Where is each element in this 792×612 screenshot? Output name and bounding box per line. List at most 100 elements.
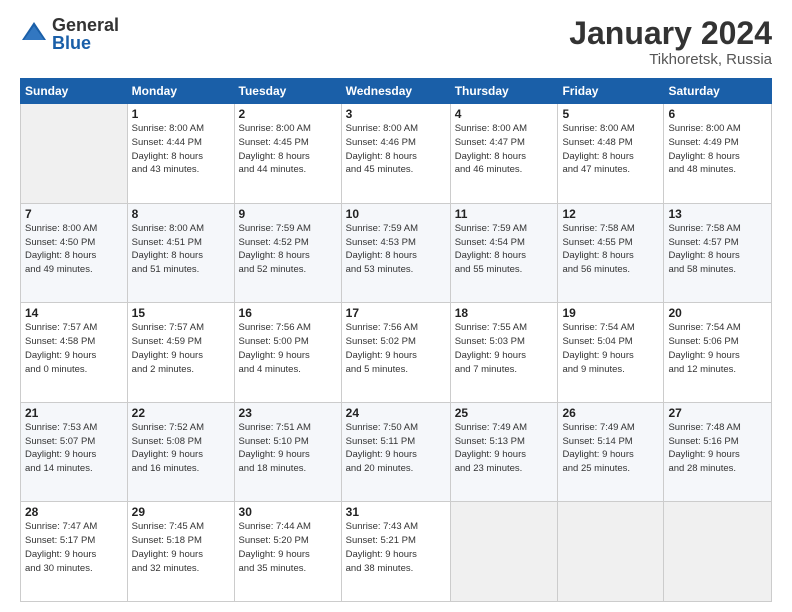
col-thursday: Thursday xyxy=(450,79,558,104)
col-friday: Friday xyxy=(558,79,664,104)
calendar-cell: 15Sunrise: 7:57 AMSunset: 4:59 PMDayligh… xyxy=(127,303,234,403)
title-block: January 2024 Tikhoretsk, Russia xyxy=(569,16,772,68)
day-number: 5 xyxy=(562,107,659,121)
day-number: 4 xyxy=(455,107,554,121)
header: General Blue January 2024 Tikhoretsk, Ru… xyxy=(20,16,772,68)
calendar-cell: 17Sunrise: 7:56 AMSunset: 5:02 PMDayligh… xyxy=(341,303,450,403)
day-info: Sunrise: 8:00 AMSunset: 4:49 PMDaylight:… xyxy=(668,122,767,177)
calendar-cell: 13Sunrise: 7:58 AMSunset: 4:57 PMDayligh… xyxy=(664,203,772,303)
calendar-cell: 1Sunrise: 8:00 AMSunset: 4:44 PMDaylight… xyxy=(127,104,234,204)
week-row-4: 21Sunrise: 7:53 AMSunset: 5:07 PMDayligh… xyxy=(21,402,772,502)
logo-blue: Blue xyxy=(52,34,119,52)
day-number: 19 xyxy=(562,306,659,320)
day-number: 20 xyxy=(668,306,767,320)
day-info: Sunrise: 7:59 AMSunset: 4:52 PMDaylight:… xyxy=(239,222,337,277)
day-info: Sunrise: 7:59 AMSunset: 4:53 PMDaylight:… xyxy=(346,222,446,277)
calendar-cell: 25Sunrise: 7:49 AMSunset: 5:13 PMDayligh… xyxy=(450,402,558,502)
week-row-2: 7Sunrise: 8:00 AMSunset: 4:50 PMDaylight… xyxy=(21,203,772,303)
day-info: Sunrise: 7:56 AMSunset: 5:00 PMDaylight:… xyxy=(239,321,337,376)
calendar-cell: 9Sunrise: 7:59 AMSunset: 4:52 PMDaylight… xyxy=(234,203,341,303)
day-number: 15 xyxy=(132,306,230,320)
day-number: 27 xyxy=(668,406,767,420)
calendar-cell: 11Sunrise: 7:59 AMSunset: 4:54 PMDayligh… xyxy=(450,203,558,303)
day-number: 2 xyxy=(239,107,337,121)
calendar-cell: 7Sunrise: 8:00 AMSunset: 4:50 PMDaylight… xyxy=(21,203,128,303)
day-number: 12 xyxy=(562,207,659,221)
location-title: Tikhoretsk, Russia xyxy=(569,51,772,68)
calendar-cell: 16Sunrise: 7:56 AMSunset: 5:00 PMDayligh… xyxy=(234,303,341,403)
calendar-cell: 26Sunrise: 7:49 AMSunset: 5:14 PMDayligh… xyxy=(558,402,664,502)
day-number: 30 xyxy=(239,505,337,519)
day-info: Sunrise: 7:54 AMSunset: 5:04 PMDaylight:… xyxy=(562,321,659,376)
calendar-cell: 21Sunrise: 7:53 AMSunset: 5:07 PMDayligh… xyxy=(21,402,128,502)
day-number: 25 xyxy=(455,406,554,420)
logo-icon xyxy=(20,20,48,48)
calendar-cell: 30Sunrise: 7:44 AMSunset: 5:20 PMDayligh… xyxy=(234,502,341,602)
calendar-cell xyxy=(21,104,128,204)
day-number: 17 xyxy=(346,306,446,320)
day-info: Sunrise: 7:54 AMSunset: 5:06 PMDaylight:… xyxy=(668,321,767,376)
day-number: 11 xyxy=(455,207,554,221)
day-info: Sunrise: 7:58 AMSunset: 4:57 PMDaylight:… xyxy=(668,222,767,277)
day-info: Sunrise: 7:52 AMSunset: 5:08 PMDaylight:… xyxy=(132,421,230,476)
day-info: Sunrise: 7:58 AMSunset: 4:55 PMDaylight:… xyxy=(562,222,659,277)
logo: General Blue xyxy=(20,16,119,52)
day-number: 6 xyxy=(668,107,767,121)
calendar-cell: 10Sunrise: 7:59 AMSunset: 4:53 PMDayligh… xyxy=(341,203,450,303)
day-number: 8 xyxy=(132,207,230,221)
day-number: 22 xyxy=(132,406,230,420)
calendar-cell: 4Sunrise: 8:00 AMSunset: 4:47 PMDaylight… xyxy=(450,104,558,204)
day-info: Sunrise: 7:48 AMSunset: 5:16 PMDaylight:… xyxy=(668,421,767,476)
day-info: Sunrise: 7:59 AMSunset: 4:54 PMDaylight:… xyxy=(455,222,554,277)
week-row-3: 14Sunrise: 7:57 AMSunset: 4:58 PMDayligh… xyxy=(21,303,772,403)
month-title: January 2024 xyxy=(569,16,772,51)
col-monday: Monday xyxy=(127,79,234,104)
day-info: Sunrise: 8:00 AMSunset: 4:44 PMDaylight:… xyxy=(132,122,230,177)
day-info: Sunrise: 7:49 AMSunset: 5:14 PMDaylight:… xyxy=(562,421,659,476)
day-number: 29 xyxy=(132,505,230,519)
calendar-cell: 12Sunrise: 7:58 AMSunset: 4:55 PMDayligh… xyxy=(558,203,664,303)
calendar-cell xyxy=(664,502,772,602)
day-info: Sunrise: 7:44 AMSunset: 5:20 PMDaylight:… xyxy=(239,520,337,575)
calendar-cell: 6Sunrise: 8:00 AMSunset: 4:49 PMDaylight… xyxy=(664,104,772,204)
week-row-5: 28Sunrise: 7:47 AMSunset: 5:17 PMDayligh… xyxy=(21,502,772,602)
day-info: Sunrise: 8:00 AMSunset: 4:47 PMDaylight:… xyxy=(455,122,554,177)
calendar-cell: 23Sunrise: 7:51 AMSunset: 5:10 PMDayligh… xyxy=(234,402,341,502)
day-info: Sunrise: 7:56 AMSunset: 5:02 PMDaylight:… xyxy=(346,321,446,376)
day-info: Sunrise: 7:55 AMSunset: 5:03 PMDaylight:… xyxy=(455,321,554,376)
calendar-cell: 27Sunrise: 7:48 AMSunset: 5:16 PMDayligh… xyxy=(664,402,772,502)
day-number: 16 xyxy=(239,306,337,320)
page: General Blue January 2024 Tikhoretsk, Ru… xyxy=(0,0,792,612)
calendar-cell: 20Sunrise: 7:54 AMSunset: 5:06 PMDayligh… xyxy=(664,303,772,403)
day-info: Sunrise: 7:53 AMSunset: 5:07 PMDaylight:… xyxy=(25,421,123,476)
day-info: Sunrise: 7:45 AMSunset: 5:18 PMDaylight:… xyxy=(132,520,230,575)
day-number: 10 xyxy=(346,207,446,221)
calendar-cell xyxy=(558,502,664,602)
logo-text: General Blue xyxy=(52,16,119,52)
calendar-cell: 24Sunrise: 7:50 AMSunset: 5:11 PMDayligh… xyxy=(341,402,450,502)
calendar-cell: 3Sunrise: 8:00 AMSunset: 4:46 PMDaylight… xyxy=(341,104,450,204)
calendar-cell: 5Sunrise: 8:00 AMSunset: 4:48 PMDaylight… xyxy=(558,104,664,204)
calendar-cell: 29Sunrise: 7:45 AMSunset: 5:18 PMDayligh… xyxy=(127,502,234,602)
day-info: Sunrise: 7:57 AMSunset: 4:58 PMDaylight:… xyxy=(25,321,123,376)
calendar-cell: 28Sunrise: 7:47 AMSunset: 5:17 PMDayligh… xyxy=(21,502,128,602)
day-info: Sunrise: 7:49 AMSunset: 5:13 PMDaylight:… xyxy=(455,421,554,476)
calendar-cell: 2Sunrise: 8:00 AMSunset: 4:45 PMDaylight… xyxy=(234,104,341,204)
calendar-cell: 19Sunrise: 7:54 AMSunset: 5:04 PMDayligh… xyxy=(558,303,664,403)
calendar-cell xyxy=(450,502,558,602)
calendar-cell: 31Sunrise: 7:43 AMSunset: 5:21 PMDayligh… xyxy=(341,502,450,602)
day-info: Sunrise: 7:51 AMSunset: 5:10 PMDaylight:… xyxy=(239,421,337,476)
day-number: 26 xyxy=(562,406,659,420)
calendar: Sunday Monday Tuesday Wednesday Thursday… xyxy=(20,78,772,602)
day-number: 23 xyxy=(239,406,337,420)
day-number: 21 xyxy=(25,406,123,420)
day-number: 31 xyxy=(346,505,446,519)
day-info: Sunrise: 7:57 AMSunset: 4:59 PMDaylight:… xyxy=(132,321,230,376)
day-number: 13 xyxy=(668,207,767,221)
day-number: 7 xyxy=(25,207,123,221)
col-wednesday: Wednesday xyxy=(341,79,450,104)
day-info: Sunrise: 8:00 AMSunset: 4:48 PMDaylight:… xyxy=(562,122,659,177)
week-row-1: 1Sunrise: 8:00 AMSunset: 4:44 PMDaylight… xyxy=(21,104,772,204)
col-tuesday: Tuesday xyxy=(234,79,341,104)
calendar-cell: 18Sunrise: 7:55 AMSunset: 5:03 PMDayligh… xyxy=(450,303,558,403)
